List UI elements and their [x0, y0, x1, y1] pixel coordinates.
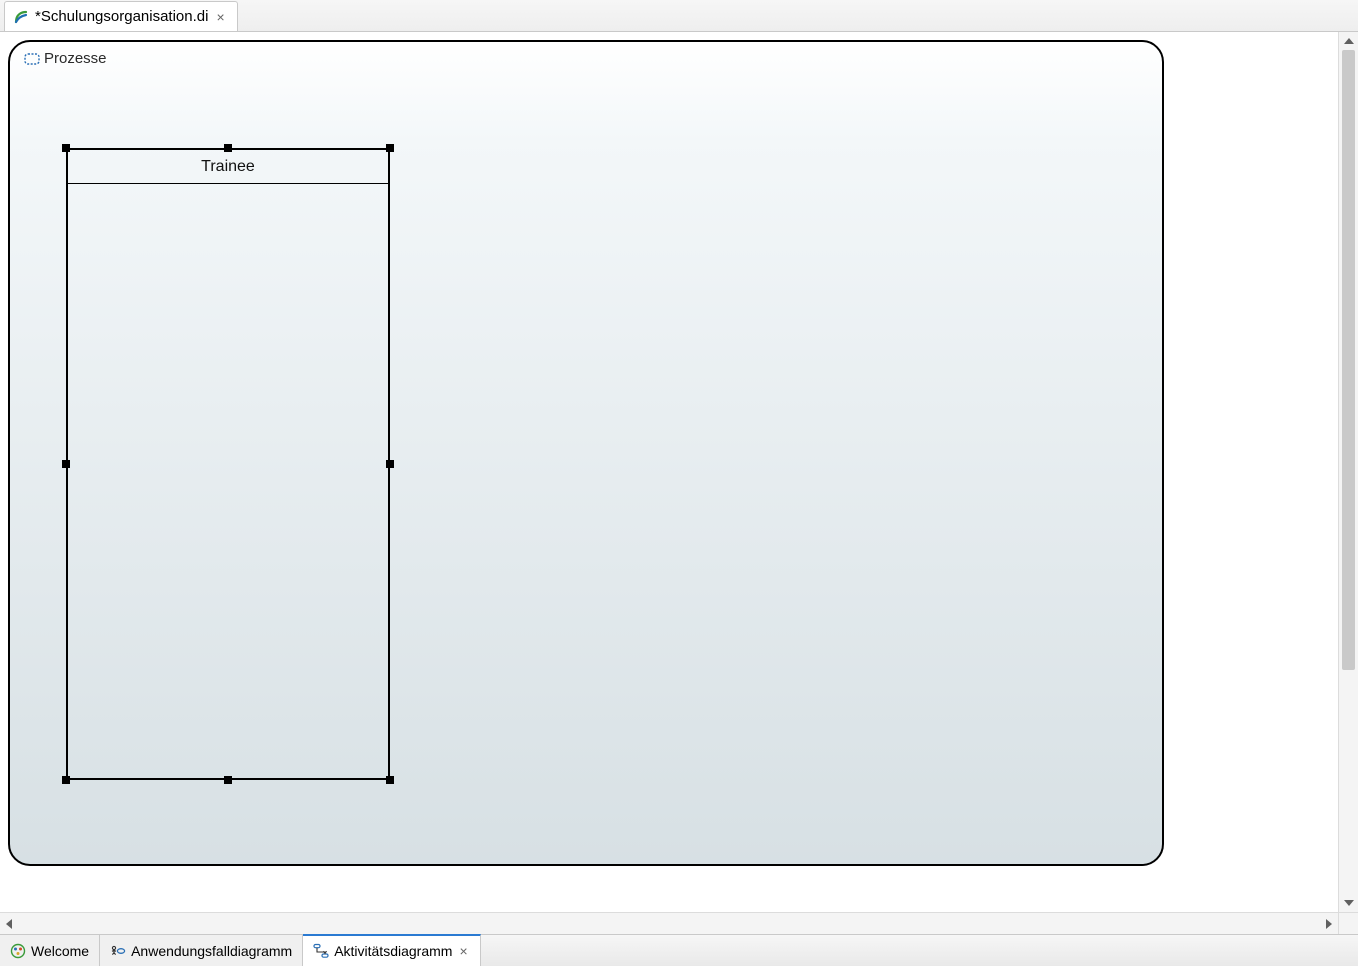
- diagram-frame-title: Prozesse: [24, 50, 107, 67]
- editor-tab-schulungsorganisation[interactable]: *Schulungsorganisation.di ×: [4, 1, 238, 31]
- vertical-scrollbar[interactable]: [1338, 32, 1358, 912]
- close-icon[interactable]: ×: [457, 943, 469, 959]
- selection-handle[interactable]: [386, 460, 394, 468]
- selection-handle[interactable]: [62, 460, 70, 468]
- selection-handle[interactable]: [62, 776, 70, 784]
- activity-partition[interactable]: Trainee: [62, 144, 394, 784]
- vertical-scrollbar-thumb[interactable]: [1342, 50, 1355, 670]
- tab-aktivitaetsdiagramm[interactable]: Aktivitätsdiagramm ×: [303, 934, 480, 966]
- tab-anwendungsfalldiagramm[interactable]: Anwendungsfalldiagramm: [100, 935, 303, 966]
- selection-handle[interactable]: [62, 144, 70, 152]
- activity-diagram-icon: [313, 943, 329, 959]
- editor-tab-label: *Schulungsorganisation.di: [35, 8, 208, 25]
- diagram-canvas[interactable]: Prozesse Trainee: [8, 40, 1334, 910]
- diagram-frame[interactable]: Prozesse Trainee: [8, 40, 1164, 866]
- diagram-frame-title-text: Prozesse: [44, 50, 107, 67]
- tab-label: Aktivitätsdiagramm: [334, 943, 452, 959]
- selection-handle[interactable]: [386, 144, 394, 152]
- welcome-icon: [10, 943, 26, 959]
- tab-label: Anwendungsfalldiagramm: [131, 943, 292, 959]
- scroll-right-icon[interactable]: [1320, 913, 1338, 934]
- tab-label: Welcome: [31, 943, 89, 959]
- selection-handle[interactable]: [386, 776, 394, 784]
- diagram-tabbar: Welcome Anwendungsfalldiagramm Aktivität…: [0, 934, 1358, 966]
- horizontal-scrollbar[interactable]: [0, 912, 1338, 934]
- scrollbar-corner: [1338, 912, 1358, 934]
- activity-partition-body[interactable]: Trainee: [66, 148, 390, 780]
- activity-icon: [24, 51, 40, 67]
- selection-handle[interactable]: [224, 776, 232, 784]
- selection-handle[interactable]: [224, 144, 232, 152]
- editor-area: Prozesse Trainee: [0, 32, 1358, 934]
- editor-tabbar: *Schulungsorganisation.di ×: [0, 0, 1358, 32]
- tab-welcome[interactable]: Welcome: [0, 935, 100, 966]
- scroll-down-icon[interactable]: [1339, 894, 1358, 912]
- papyrus-file-icon: [13, 9, 29, 25]
- scroll-up-icon[interactable]: [1339, 32, 1358, 50]
- scroll-left-icon[interactable]: [0, 913, 18, 934]
- activity-partition-name: Trainee: [201, 158, 255, 176]
- usecase-diagram-icon: [110, 943, 126, 959]
- close-icon[interactable]: ×: [214, 9, 226, 25]
- activity-partition-header[interactable]: Trainee: [68, 150, 388, 184]
